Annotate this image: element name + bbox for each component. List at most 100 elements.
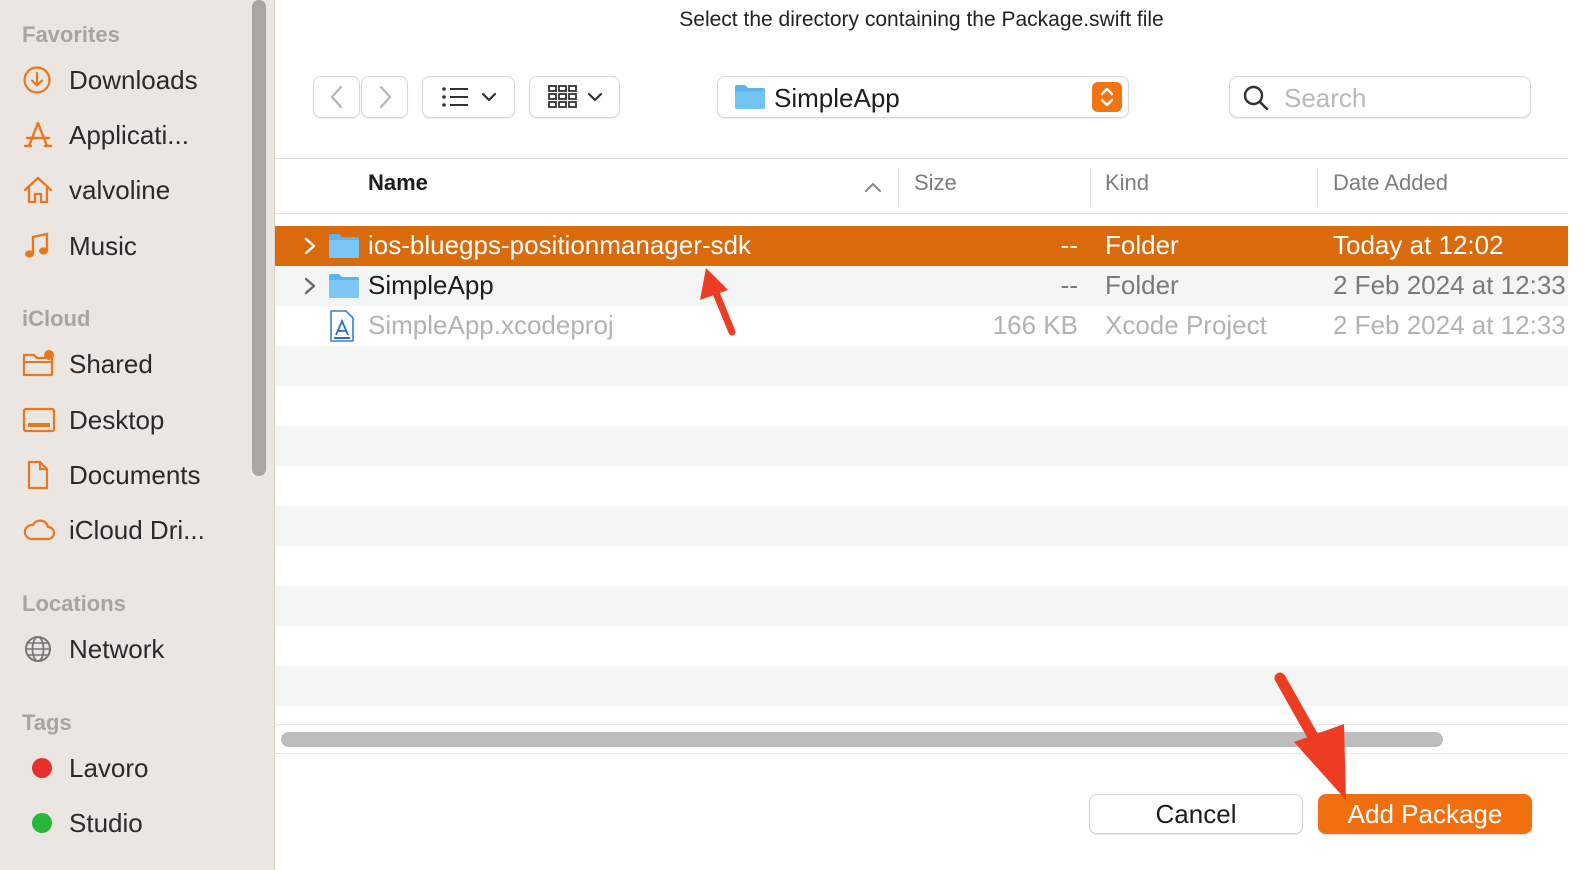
column-header-kind[interactable]: Kind: [1105, 170, 1149, 196]
file-row-ios-bluegps-positionmanager-sdk[interactable]: ios-bluegps-positionmanager-sdk -- Folde…: [275, 226, 1568, 266]
sort-ascending-icon: [865, 183, 881, 192]
folder-icon: [735, 85, 765, 109]
column-header-size[interactable]: Size: [914, 170, 957, 196]
applications-icon: [22, 119, 60, 151]
list-view-button[interactable]: [422, 76, 515, 118]
file-size: --: [1060, 270, 1078, 300]
sidebar-item-icloud-drive[interactable]: iCloud Dri...: [22, 508, 242, 552]
file-kind: Folder: [1105, 270, 1179, 300]
file-size: 166 KB: [992, 310, 1078, 340]
path-popup[interactable]: SimpleApp: [717, 76, 1129, 118]
empty-row: [275, 586, 1568, 626]
sidebar-section-favorites: Favorites: [22, 22, 120, 47]
cancel-button[interactable]: Cancel: [1089, 794, 1303, 834]
sidebar-item-label: Desktop: [69, 404, 165, 435]
path-label: SimpleApp: [774, 83, 900, 113]
empty-row: [275, 506, 1568, 546]
music-icon: [22, 230, 60, 262]
file-size: --: [1060, 230, 1078, 260]
sidebar: Favorites Downloads Applicati... valvoli…: [0, 0, 275, 870]
file-kind: Folder: [1105, 230, 1179, 260]
empty-row: [275, 426, 1568, 466]
disclosure-chevron-icon[interactable]: [303, 235, 317, 257]
horizontal-scrollbar[interactable]: [281, 732, 1443, 747]
list-view-icon: [441, 87, 468, 107]
file-date-added: 2 Feb 2024 at 12:33: [1333, 310, 1566, 340]
sidebar-scrollbar[interactable]: [250, 0, 266, 480]
empty-row: [275, 626, 1568, 666]
cloud-icon: [22, 514, 60, 546]
column-header-date-added[interactable]: Date Added: [1333, 170, 1448, 196]
sidebar-item-label: Downloads: [69, 64, 198, 95]
sidebar-item-shared[interactable]: Shared: [22, 342, 242, 386]
grid-view-icon: [547, 85, 577, 108]
folder-icon: [329, 274, 359, 298]
grid-view-button[interactable]: [529, 76, 620, 118]
column-divider: [898, 168, 899, 206]
sidebar-item-label: valvoline: [69, 174, 171, 205]
disclosure-chevron-icon[interactable]: [303, 275, 317, 297]
file-row-simpleapp-xcodeproj: SimpleApp.xcodeproj 166 KB Xcode Project…: [275, 306, 1568, 346]
dialog-title: Select the directory containing the Pack…: [679, 8, 1164, 31]
sidebar-item-downloads[interactable]: Downloads: [22, 58, 242, 102]
toolbar-divider: [275, 158, 1568, 159]
search-icon: [1243, 85, 1269, 111]
sidebar-item-applications[interactable]: Applicati...: [22, 113, 242, 157]
forward-button[interactable]: [361, 76, 408, 118]
xcode-project-icon: [330, 310, 354, 342]
document-icon: [22, 459, 60, 491]
empty-row: [275, 666, 1568, 706]
file-name: SimpleApp.xcodeproj: [368, 310, 614, 340]
search-field[interactable]: Search: [1229, 76, 1531, 118]
column-header-name[interactable]: Name: [368, 170, 428, 196]
shared-folder-icon: [22, 348, 60, 380]
chevron-left-icon: [330, 85, 342, 109]
sidebar-item-home[interactable]: valvoline: [22, 168, 242, 212]
tag-color-dot: [32, 758, 52, 778]
empty-row: [275, 466, 1568, 506]
column-divider: [1317, 168, 1318, 206]
sidebar-item-network[interactable]: Network: [22, 627, 242, 671]
desktop-icon: [22, 404, 60, 436]
folder-icon: [329, 234, 359, 258]
file-name: ios-bluegps-positionmanager-sdk: [368, 230, 751, 260]
sidebar-item-label: Network: [69, 633, 165, 664]
file-date-added: Today at 12:02: [1333, 230, 1504, 260]
sidebar-item-label: Applicati...: [69, 119, 189, 150]
file-name: SimpleApp: [368, 270, 494, 300]
sidebar-section-locations: Locations: [22, 591, 126, 616]
sidebar-item-music[interactable]: Music: [22, 224, 242, 268]
column-divider: [1090, 168, 1091, 206]
sidebar-tag-studio[interactable]: Studio: [22, 801, 242, 845]
file-kind: Xcode Project: [1105, 310, 1267, 340]
search-placeholder: Search: [1284, 83, 1367, 113]
sidebar-section-tags: Tags: [22, 710, 72, 735]
header-divider: [275, 213, 1568, 214]
annotation-arrow-up: [700, 268, 736, 336]
sidebar-item-label: Shared: [69, 348, 153, 379]
footer-divider: [275, 753, 1568, 754]
list-bottom-divider: [275, 724, 1568, 725]
chevron-down-icon: [587, 92, 602, 102]
download-icon: [22, 64, 60, 96]
empty-row: [275, 386, 1568, 426]
sidebar-item-label: Studio: [69, 807, 143, 838]
back-button[interactable]: [313, 76, 360, 118]
sidebar-item-label: iCloud Dri...: [69, 514, 205, 545]
home-icon: [22, 174, 60, 206]
sidebar-section-icloud: iCloud: [22, 306, 91, 331]
annotation-arrow-down: [1274, 672, 1346, 800]
empty-row: [275, 546, 1568, 586]
sidebar-item-desktop[interactable]: Desktop: [22, 398, 242, 442]
empty-row: [275, 346, 1568, 386]
file-date-added: 2 Feb 2024 at 12:33: [1333, 270, 1566, 300]
sidebar-item-label: Lavoro: [69, 752, 149, 783]
globe-icon: [22, 633, 60, 665]
sidebar-item-documents[interactable]: Documents: [22, 453, 242, 497]
chevron-down-icon: [481, 92, 496, 102]
sidebar-tag-lavoro[interactable]: Lavoro: [22, 746, 242, 790]
popup-stepper-icon: [1092, 82, 1122, 112]
sidebar-item-label: Documents: [69, 459, 201, 490]
chevron-right-icon: [379, 85, 391, 109]
file-row-simpleapp[interactable]: SimpleApp -- Folder 2 Feb 2024 at 12:33: [275, 266, 1568, 306]
